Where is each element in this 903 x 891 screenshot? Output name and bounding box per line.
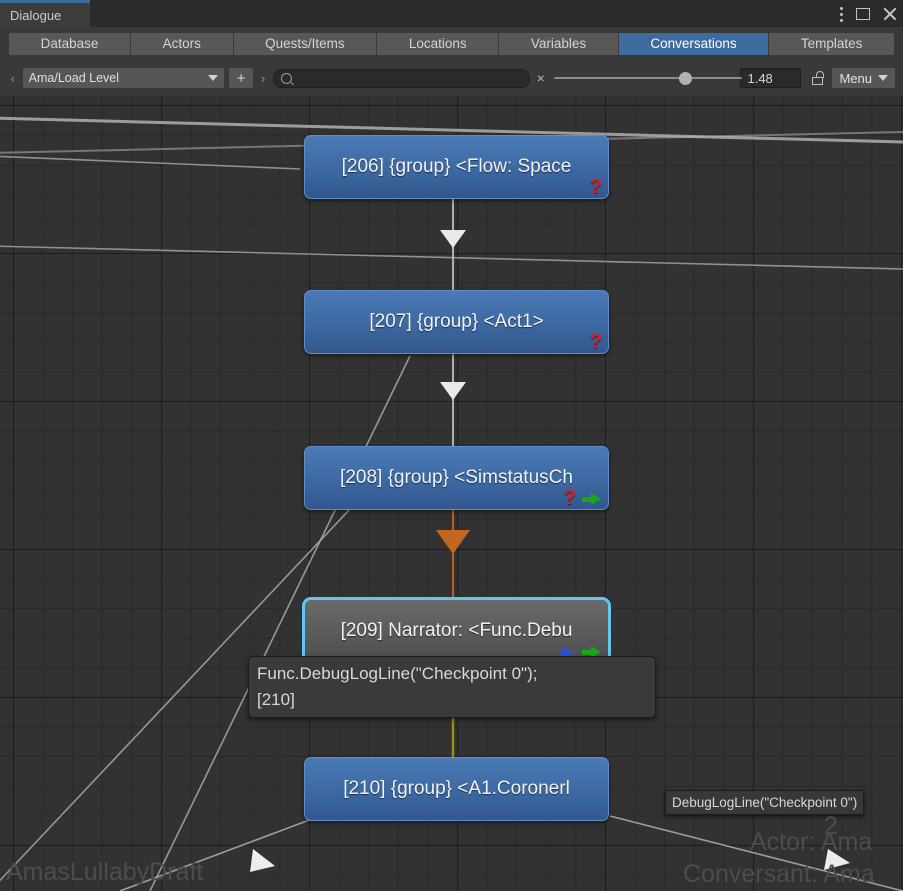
ghost-actor-label: Actor: Ama bbox=[750, 828, 873, 856]
node-tooltip-209: Func.DebugLogLine("Checkpoint 0"); [210] bbox=[248, 656, 656, 718]
condition-icon: ? bbox=[589, 331, 602, 353]
conversation-dropdown[interactable]: Ama/Load Level bbox=[22, 68, 225, 88]
menu-dropdown[interactable]: Menu bbox=[832, 68, 895, 88]
dialogue-node-title: [206] {group} <Flow: Space bbox=[341, 156, 572, 177]
chevron-down-icon bbox=[208, 75, 219, 81]
unlock-icon[interactable] bbox=[811, 71, 824, 85]
dialogue-node-title: [208] {group} <SimstatusCh bbox=[340, 467, 573, 488]
tab-quests-items[interactable]: Quests/Items bbox=[233, 32, 378, 55]
ghost-conversation-title: AmasLullabyDraft bbox=[6, 858, 204, 886]
conversation-dropdown-label: Ama/Load Level bbox=[28, 71, 120, 85]
zoom-slider[interactable] bbox=[553, 70, 742, 86]
script-arrow-icon bbox=[582, 491, 602, 507]
node-badges: ? bbox=[589, 331, 602, 353]
tab-database[interactable]: Database bbox=[9, 32, 132, 55]
dialogue-node-209[interactable]: [209] Narrator: <Func.Debu bbox=[302, 597, 611, 665]
search-input[interactable] bbox=[296, 70, 522, 86]
dialogue-node-title: [210] {group} <A1.Coronerl bbox=[343, 778, 570, 799]
window-tab-dialogue[interactable]: Dialogue bbox=[0, 0, 90, 27]
search-clear-button[interactable]: × bbox=[537, 70, 545, 86]
add-conversation-button[interactable]: + bbox=[229, 68, 254, 88]
zoom-value-field[interactable]: 1.48 bbox=[740, 68, 801, 88]
tab-variables[interactable]: Variables bbox=[499, 32, 619, 55]
maximize-icon[interactable] bbox=[856, 7, 870, 20]
window-controls bbox=[840, 0, 897, 27]
node-badges: ? bbox=[589, 176, 602, 198]
tab-locations[interactable]: Locations bbox=[377, 32, 500, 55]
category-tabbar: Database Actors Quests/Items Locations V… bbox=[0, 27, 903, 60]
search-box[interactable] bbox=[272, 68, 530, 88]
dialogue-node-title: [207] {group} <Act1> bbox=[369, 311, 544, 332]
dialogue-node-210[interactable]: [210] {group} <A1.Coronerl bbox=[304, 757, 609, 821]
nav-next-icon[interactable]: › bbox=[258, 71, 268, 86]
tab-templates[interactable]: Templates bbox=[769, 32, 895, 55]
conversation-node-canvas[interactable]: [206] {group} <Flow: Space ? [207] {grou… bbox=[0, 96, 903, 891]
conversation-toolbar: ‹ Ama/Load Level + › × 1.48 Menu bbox=[0, 60, 903, 96]
tab-actors[interactable]: Actors bbox=[131, 32, 234, 55]
close-icon[interactable] bbox=[882, 6, 897, 21]
dialogue-node-207[interactable]: [207] {group} <Act1> ? bbox=[304, 290, 609, 354]
ghost-conversant-label: Conversant: Ama bbox=[683, 860, 875, 888]
window-titlebar: Dialogue bbox=[0, 0, 903, 27]
dialogue-node-206[interactable]: [206] {group} <Flow: Space ? bbox=[304, 135, 609, 199]
search-icon bbox=[280, 72, 292, 84]
tab-conversations[interactable]: Conversations bbox=[618, 32, 770, 55]
zoom-slider-knob[interactable] bbox=[678, 72, 692, 85]
dialogue-editor-window: Dialogue Database Actors Quests/Items Lo… bbox=[0, 0, 903, 891]
kebab-menu-icon[interactable] bbox=[840, 6, 844, 22]
chevron-down-icon bbox=[878, 75, 888, 81]
condition-icon: ? bbox=[563, 487, 576, 509]
dialogue-node-title: [209] Narrator: <Func.Debu bbox=[340, 620, 573, 641]
node-badges: ? bbox=[563, 487, 602, 509]
condition-icon: ? bbox=[589, 176, 602, 198]
menu-dropdown-label: Menu bbox=[839, 70, 872, 86]
nav-prev-icon[interactable]: ‹ bbox=[8, 71, 18, 86]
zoom-slider-track bbox=[553, 77, 742, 79]
dialogue-node-208[interactable]: [208] {group} <SimstatusCh ? bbox=[304, 446, 609, 510]
window-tab-label: Dialogue bbox=[10, 7, 62, 23]
